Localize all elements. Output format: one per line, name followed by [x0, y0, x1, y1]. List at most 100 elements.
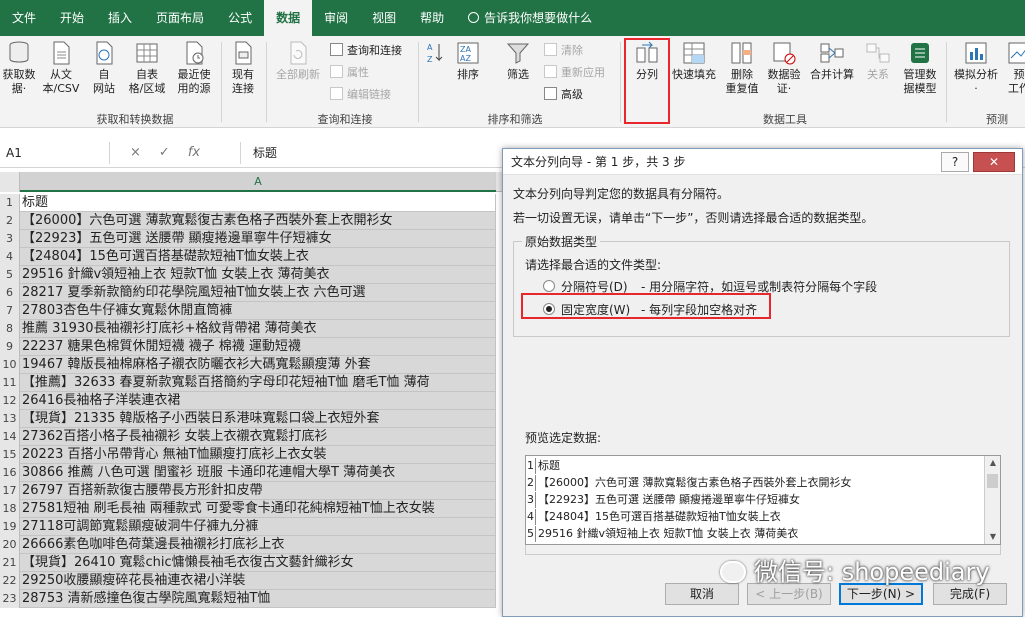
refresh-all-button[interactable]: 全部刷新	[270, 40, 326, 82]
tab-formulas[interactable]: 公式	[216, 0, 264, 36]
tab-data[interactable]: 数据	[264, 0, 313, 36]
sort-button[interactable]: ZA AZ 排序	[450, 40, 486, 82]
edit-links-button[interactable]: 编辑链接	[330, 86, 391, 104]
cell-a[interactable]: 29516 針織v領短袖上衣 短款T恤 女裝上衣 薄荷美衣	[20, 266, 496, 284]
row-header[interactable]: 3	[0, 230, 20, 248]
tab-page-layout[interactable]: 页面布局	[144, 0, 216, 36]
advanced-filter-button[interactable]: 高级	[544, 86, 583, 104]
scroll-thumb[interactable]	[987, 474, 998, 488]
cell-a[interactable]: 22237 糖果色棉質休閒短襪 襪子 棉襪 運動短襪	[20, 338, 496, 356]
row-header[interactable]: 10	[0, 356, 20, 374]
filter-button[interactable]: 筛选	[500, 40, 536, 82]
name-box[interactable]: A1	[0, 142, 110, 164]
dialog-help-button[interactable]: ?	[941, 152, 969, 172]
row-header[interactable]: 16	[0, 464, 20, 482]
from-web-button[interactable]: 自 网站	[86, 40, 122, 96]
row-header[interactable]: 7	[0, 302, 20, 320]
tab-view[interactable]: 视图	[360, 0, 408, 36]
preview-vertical-scrollbar[interactable]: ▲ ▼	[984, 456, 1000, 544]
insert-function-icon[interactable]: fx	[188, 145, 200, 160]
cell-a[interactable]: 27803杏色牛仔褲女寬鬆休閒直筒褲	[20, 302, 496, 320]
flash-fill-button[interactable]: 快速填充	[668, 40, 720, 82]
preview-row-text: 【24804】15色可選百搭基礎款短袖T恤女裝上衣	[538, 510, 781, 523]
scroll-down-arrow-icon[interactable]: ▼	[985, 530, 1000, 544]
row-header[interactable]: 21	[0, 554, 20, 572]
row-header[interactable]: 17	[0, 482, 20, 500]
cell-a[interactable]: 【26000】六色可選 薄款寬鬆復古素色格子西裝外套上衣開衫女	[20, 212, 496, 230]
row-header[interactable]: 14	[0, 428, 20, 446]
remove-duplicates-button[interactable]: 删除 重复值	[722, 40, 762, 96]
row-header[interactable]: 4	[0, 248, 20, 266]
tell-me-search[interactable]: 告诉我你想要做什么	[456, 0, 604, 36]
tab-file[interactable]: 文件	[0, 0, 48, 36]
cell-a[interactable]: 26797 百搭新款復古腰帶長方形針扣皮帶	[20, 482, 496, 500]
row-header[interactable]: 11	[0, 374, 20, 392]
cell-a[interactable]: 28217 夏季新款簡約印花學院風短袖T恤女裝上衣 六色可選	[20, 284, 496, 302]
row-header[interactable]: 8	[0, 320, 20, 338]
row-header[interactable]: 20	[0, 536, 20, 554]
what-if-analysis-button[interactable]: 模拟分析 ·	[950, 40, 1002, 96]
sort-az-button[interactable]: AZ	[424, 40, 446, 68]
get-data-button[interactable]: 获取数 据·	[0, 40, 38, 96]
dialog-close-button[interactable]: ✕	[973, 152, 1015, 172]
data-validation-button[interactable]: 数据验 证·	[764, 40, 804, 96]
preview-row: 4 【24804】15色可選百搭基礎款短袖T恤女裝上衣	[526, 509, 984, 525]
tab-insert[interactable]: 插入	[96, 0, 144, 36]
cell-a[interactable]: 26666素色咖啡色荷葉邊長袖襯衫打底衫上衣	[20, 536, 496, 554]
row-header[interactable]: 19	[0, 518, 20, 536]
cell-a[interactable]: 【現貨】21335 韓版格子小西裝日系港味寬鬆口袋上衣短外套	[20, 410, 496, 428]
manage-data-model-button[interactable]: 管理数 据模型	[898, 40, 942, 96]
tab-home[interactable]: 开始	[48, 0, 96, 36]
properties-button[interactable]: 属性	[330, 64, 369, 82]
row-header[interactable]: 2	[0, 212, 20, 230]
column-header-a[interactable]: A	[20, 172, 496, 192]
row-header[interactable]: 13	[0, 410, 20, 428]
consolidate-button[interactable]: 合并计算	[806, 40, 858, 82]
cell-a[interactable]: 19467 韓版長袖棉麻格子襯衣防曬衣衫大碼寬鬆顯瘦薄 外套	[20, 356, 496, 374]
tab-review[interactable]: 审阅	[312, 0, 360, 36]
cell-a[interactable]: 标题	[20, 194, 496, 212]
cell-a[interactable]: 26416長袖格子洋裝連衣裙	[20, 392, 496, 410]
properties-label: 属性	[347, 66, 369, 79]
forecast-sheet-button[interactable]: 预 工作	[1004, 40, 1025, 96]
cell-a[interactable]: 20223 百搭小吊帶背心 無袖T恤顯瘦打底衫上衣女裝	[20, 446, 496, 464]
from-text-csv-button[interactable]: 从文 本/CSV	[40, 40, 82, 96]
cell-a[interactable]: 【現貨】26410 寬鬆chic慵懶長袖毛衣復古文藝針織衫女	[20, 554, 496, 572]
cell-a[interactable]: 30866 推薦 八色可選 閨蜜衫 班服 卡通印花連帽大學T 薄荷美衣	[20, 464, 496, 482]
cell-a[interactable]: 27362百搭小格子長袖襯衫 女裝上衣襯衣寬鬆打底衫	[20, 428, 496, 446]
tab-help[interactable]: 帮助	[408, 0, 456, 36]
row-header[interactable]: 1	[0, 194, 20, 212]
row-header[interactable]: 12	[0, 392, 20, 410]
existing-connections-button[interactable]: 现有 连接	[224, 40, 262, 96]
delimited-radio[interactable]	[543, 280, 555, 292]
data-preview[interactable]: 1 标题 2 【26000】六色可選 薄款寬鬆復古素色格子西裝外套上衣開衫女 3 【229…	[525, 455, 1001, 545]
row-header[interactable]: 9	[0, 338, 20, 356]
row-header[interactable]: 5	[0, 266, 20, 284]
row-header[interactable]: 15	[0, 446, 20, 464]
cell-a[interactable]: 【推薦】32633 春夏新款寬鬆百搭簡約字母印花短袖T恤 磨毛T恤 薄荷	[20, 374, 496, 392]
from-table-button[interactable]: 自表 格/区域	[124, 40, 170, 96]
cell-a[interactable]: 27118可調節寬鬆顯瘦破洞牛仔褲九分褲	[20, 518, 496, 536]
cell-a[interactable]: 29250收腰顯瘦碎花長袖連衣裙小洋裝	[20, 572, 496, 590]
row-header[interactable]: 18	[0, 500, 20, 518]
recent-sources-button[interactable]: 最近使 用的源	[172, 40, 216, 96]
row-header[interactable]: 22	[0, 572, 20, 590]
select-all-corner[interactable]	[0, 172, 20, 192]
row-header[interactable]: 23	[0, 590, 20, 608]
scroll-up-arrow-icon[interactable]: ▲	[985, 456, 1000, 470]
reapply-button[interactable]: 重新应用	[544, 64, 605, 82]
table-row: 1 标题	[0, 194, 520, 212]
clear-filter-button[interactable]: 清除	[544, 42, 583, 60]
cell-a[interactable]: 27581短袖 刷毛長袖 兩種款式 可愛零食卡通印花純棉短袖T恤上衣女裝	[20, 500, 496, 518]
sort-az-icon: AZ	[427, 43, 443, 64]
relationships-button[interactable]: 关系	[860, 40, 896, 82]
cancel-entry-icon[interactable]: ×	[130, 145, 159, 160]
cell-a[interactable]: 【22923】五色可選 送腰帶 顯瘦捲邊單寧牛仔短褲女	[20, 230, 496, 248]
queries-connections-button[interactable]: 查询和连接	[330, 42, 402, 60]
row-header[interactable]: 6	[0, 284, 20, 302]
cell-a[interactable]: 推薦 31930長袖襯衫打底衫+格紋背帶裙 薄荷美衣	[20, 320, 496, 338]
confirm-entry-icon[interactable]: ✓	[159, 145, 188, 160]
cell-a[interactable]: 【24804】15色可選百搭基礎款短袖T恤女裝上衣	[20, 248, 496, 266]
cell-a[interactable]: 28753 清新感撞色復古學院風寬鬆短袖T恤	[20, 590, 496, 608]
svg-text:ZA: ZA	[460, 45, 471, 54]
